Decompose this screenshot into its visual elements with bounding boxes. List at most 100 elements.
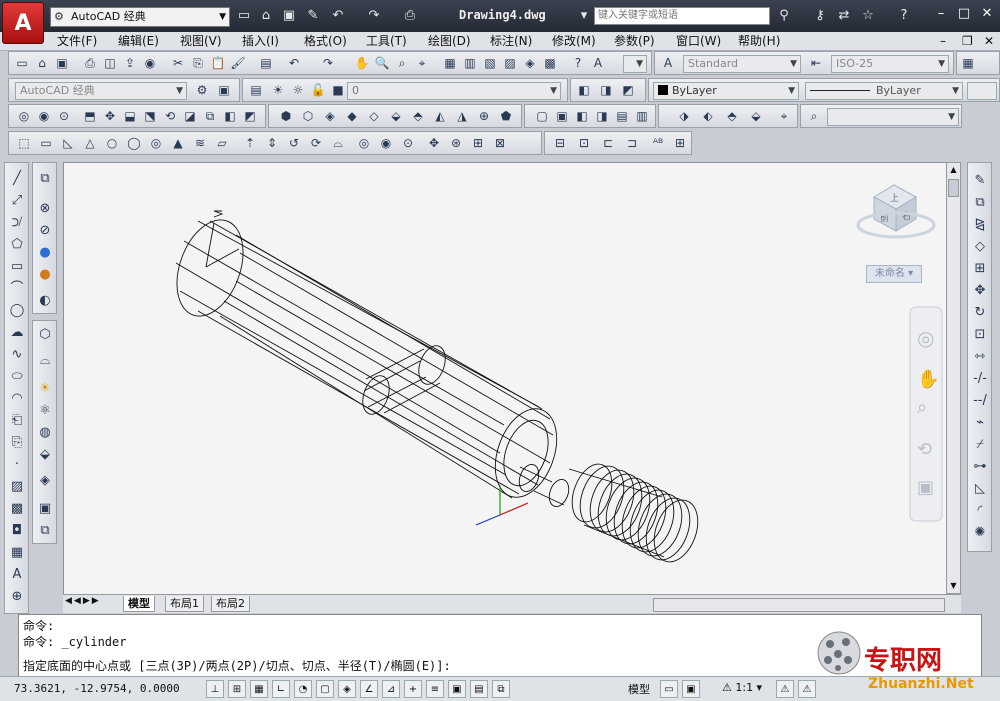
named-views-select[interactable]: ▼	[827, 108, 959, 126]
menu-parametric[interactable]: 参数(P)	[614, 33, 655, 49]
realistic-icon[interactable]: ●	[35, 243, 55, 263]
coordinates-readout[interactable]: 73.3621, -12.9754, 0.0000	[14, 682, 180, 695]
3d-osnap-icon[interactable]: ◈	[338, 680, 356, 698]
workspace-select[interactable]: AutoCAD 经典 ▼	[15, 82, 187, 100]
preview-icon[interactable]: ◫	[101, 54, 119, 72]
text-style-icon[interactable]: A	[659, 54, 677, 72]
drawing-canvas[interactable]: 上 前 右 ◎ ✋ ⌕ ⟲ ▣	[63, 162, 948, 596]
copy-faces-icon[interactable]: ⧉	[201, 107, 219, 125]
torus-icon[interactable]: ◎	[147, 134, 165, 152]
spline-icon[interactable]: ∿	[7, 345, 27, 365]
fillet-icon[interactable]: ◜	[970, 501, 990, 521]
copy-edges-icon[interactable]: ⬙	[387, 107, 405, 125]
properties-icon[interactable]: ▦	[441, 54, 459, 72]
cone-icon[interactable]: △	[81, 134, 99, 152]
undo-icon[interactable]: ↶	[330, 8, 346, 24]
helix-icon[interactable]: ≋	[191, 134, 209, 152]
command-prompt[interactable]: 指定底面的中心点或 [三点(3P)/两点(2P)/切点、切点、半径(T)/椭圆(…	[23, 657, 451, 674]
dynamic-ucs-icon[interactable]: ⊿	[382, 680, 400, 698]
zoom-icon[interactable]: ⌕	[917, 397, 927, 418]
hidden-icon[interactable]: ⊘	[35, 221, 55, 241]
tab-model[interactable]: 模型	[123, 596, 155, 612]
subtract-icon[interactable]: ◉	[35, 107, 53, 125]
menu-format[interactable]: 格式(O)	[304, 33, 347, 49]
box-icon[interactable]: ▭	[37, 134, 55, 152]
slice-icon[interactable]: ◭	[431, 107, 449, 125]
new-icon[interactable]: ▭	[236, 8, 252, 24]
imprint-icon[interactable]: ◩	[241, 107, 259, 125]
polyline-icon[interactable]: ⟉	[7, 213, 27, 233]
tab-navigation-arrows[interactable]: ◀◀▶▶	[65, 596, 101, 606]
add-selected-icon[interactable]: ⊕	[7, 587, 27, 607]
table-icon[interactable]: ▦	[7, 543, 27, 563]
right-view-icon[interactable]: ◨	[593, 107, 611, 125]
break-icon[interactable]: ⌿	[970, 435, 990, 455]
copy-icon[interactable]: ⎘	[189, 54, 207, 72]
auto-scale-icon[interactable]: ⚠	[798, 680, 816, 698]
binoculars-icon[interactable]: ⚲	[776, 8, 792, 24]
menu-draw[interactable]: 绘图(D)	[428, 33, 471, 49]
hide-icon[interactable]: ⬡	[35, 325, 55, 345]
align-text-icon[interactable]: ⊟	[551, 134, 569, 152]
union-icon[interactable]: ◎	[15, 107, 33, 125]
presspull-icon[interactable]: ⇕	[263, 134, 281, 152]
dim-style-select[interactable]: ISO-25 ▼	[831, 55, 949, 73]
offset-faces-icon[interactable]: ⬓	[121, 107, 139, 125]
plot-icon[interactable]: ⎙	[81, 54, 99, 72]
make-block-icon[interactable]: ⎘	[7, 433, 27, 453]
doc-close-button[interactable]: ✕	[984, 33, 994, 49]
lock-icon[interactable]: 🔓	[309, 81, 327, 99]
save-as-icon[interactable]: ✎	[305, 8, 321, 24]
nw-iso-icon[interactable]: ⬙	[747, 107, 765, 125]
lineweight-icon[interactable]: ≡	[426, 680, 444, 698]
paste-icon[interactable]: 📋	[209, 54, 227, 72]
sweep-icon[interactable]: ↺	[285, 134, 303, 152]
table-style-icon[interactable]: ▦	[959, 54, 977, 72]
point-icon[interactable]: ·	[7, 455, 27, 475]
offset-icon[interactable]: ◇	[970, 237, 990, 257]
rotate-icon[interactable]: ↻	[970, 303, 990, 323]
menu-modify[interactable]: 修改(M)	[552, 33, 596, 49]
render-icon[interactable]: ◈	[35, 471, 55, 491]
dim-style-icon[interactable]: ⇤	[807, 54, 825, 72]
save-icon[interactable]: ▣	[53, 54, 71, 72]
quick-view-layouts-icon[interactable]: ▭	[660, 680, 678, 698]
wedge-icon[interactable]: ◺	[59, 134, 77, 152]
fields-icon[interactable]: ⊞	[671, 134, 689, 152]
copy-icon[interactable]: ⧉	[970, 193, 990, 213]
doc-restore-button[interactable]: ❐	[962, 33, 973, 49]
cylinder-icon[interactable]: ◯	[125, 134, 143, 152]
new-icon[interactable]: ▭	[13, 54, 31, 72]
redo-icon[interactable]: ↷	[366, 8, 382, 24]
star-icon[interactable]: ☆	[860, 8, 876, 24]
ellipse-arc-icon[interactable]: ◠	[7, 389, 27, 409]
move-icon[interactable]: ✥	[970, 281, 990, 301]
materials-icon[interactable]: ◍	[35, 423, 55, 443]
scrollbar-thumb[interactable]	[948, 179, 959, 197]
ellipse-icon[interactable]: ⬭	[7, 367, 27, 387]
style-icon[interactable]: A	[589, 54, 607, 72]
left-view-icon[interactable]: ◧	[573, 107, 591, 125]
polysolid-icon[interactable]: ⬚	[15, 134, 33, 152]
zoom-realtime-icon[interactable]: 🔍	[373, 54, 391, 72]
zoom-window-icon[interactable]: ⌕	[393, 54, 411, 72]
lights-list-icon[interactable]: ⚛	[35, 401, 55, 421]
render-window-icon[interactable]: ▣	[35, 499, 55, 519]
autocad-logo-button[interactable]: A	[2, 2, 44, 44]
line-icon[interactable]: ╱	[7, 169, 27, 189]
region-icon[interactable]: ◘	[7, 521, 27, 541]
layer-previous-icon[interactable]: ◨	[597, 81, 615, 99]
sw-iso-icon[interactable]: ⬗	[675, 107, 693, 125]
menu-insert[interactable]: 插入(I)	[242, 33, 279, 49]
union-icon[interactable]: ◎	[355, 134, 373, 152]
minimize-button[interactable]: –	[930, 4, 952, 24]
chevron-down-icon[interactable]: ▾	[576, 8, 592, 24]
vertical-scrollbar[interactable]: ▲ ▼	[946, 162, 961, 594]
block-editor-icon[interactable]: ▤	[257, 54, 275, 72]
help-search-input[interactable]	[594, 7, 770, 25]
doc-minimize-button[interactable]: –	[940, 33, 946, 49]
teapot-render-icon[interactable]: ⌓	[35, 351, 55, 371]
transparency-icon[interactable]: ▣	[448, 680, 466, 698]
sphere-icon[interactable]: ○	[103, 134, 121, 152]
menu-tools[interactable]: 工具(T)	[366, 33, 407, 49]
